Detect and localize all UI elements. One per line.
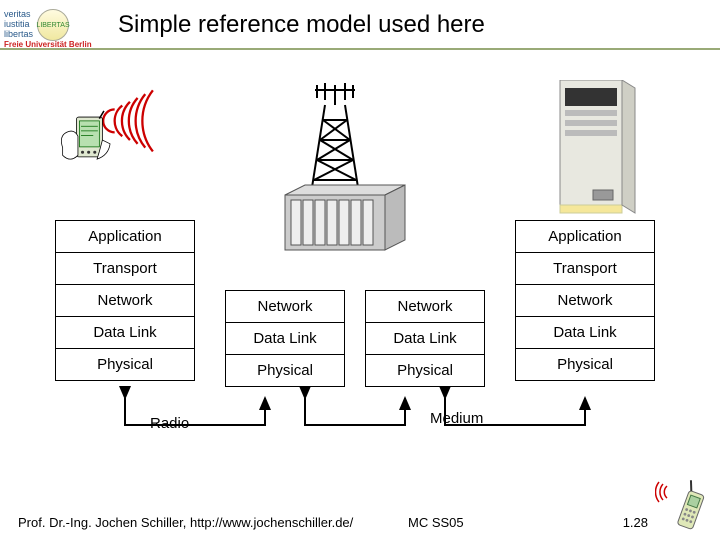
layer-physical: Physical	[516, 348, 654, 380]
logo-block: veritas iustitia libertas LIBERTAS	[0, 9, 110, 41]
slide-header: veritas iustitia libertas LIBERTAS Simpl…	[0, 0, 720, 50]
page-title: Simple reference model used here	[118, 11, 485, 39]
header-divider	[0, 48, 720, 50]
layer-application: Application	[516, 221, 654, 252]
mobile-phone-icon	[655, 480, 710, 535]
footer-course: MC SS05	[408, 515, 528, 530]
university-seal-icon: LIBERTAS	[37, 9, 69, 41]
protocol-stack-mobile: Application Transport Network Data Link …	[55, 220, 195, 381]
layer-transport: Transport	[516, 252, 654, 284]
layer-transport: Transport	[56, 252, 194, 284]
medium-label: Medium	[430, 410, 483, 427]
layer-datalink: Data Link	[56, 316, 194, 348]
layer-network: Network	[366, 291, 484, 322]
layer-physical: Physical	[366, 354, 484, 386]
layer-network: Network	[516, 284, 654, 316]
reference-model-diagram: Application Transport Network Data Link …	[55, 80, 665, 460]
protocol-stack-router: Network Data Link Physical	[365, 290, 485, 387]
motto: veritas iustitia libertas	[4, 10, 33, 40]
mobile-device-icon	[55, 80, 185, 200]
layer-network: Network	[56, 284, 194, 316]
slide-footer: Prof. Dr.-Ing. Jochen Schiller, http://w…	[18, 515, 708, 530]
layer-datalink: Data Link	[516, 316, 654, 348]
radio-label: Radio	[150, 415, 189, 432]
router-icon	[275, 180, 415, 250]
layer-physical: Physical	[56, 348, 194, 380]
layer-network: Network	[226, 291, 344, 322]
protocol-stack-server: Application Transport Network Data Link …	[515, 220, 655, 381]
protocol-stack-basestation: Network Data Link Physical	[225, 290, 345, 387]
motto-line: libertas	[4, 30, 33, 40]
layer-physical: Physical	[226, 354, 344, 386]
layer-application: Application	[56, 221, 194, 252]
footer-author: Prof. Dr.-Ing. Jochen Schiller, http://w…	[18, 515, 408, 530]
layer-datalink: Data Link	[366, 322, 484, 354]
server-icon	[535, 80, 655, 210]
layer-datalink: Data Link	[226, 322, 344, 354]
